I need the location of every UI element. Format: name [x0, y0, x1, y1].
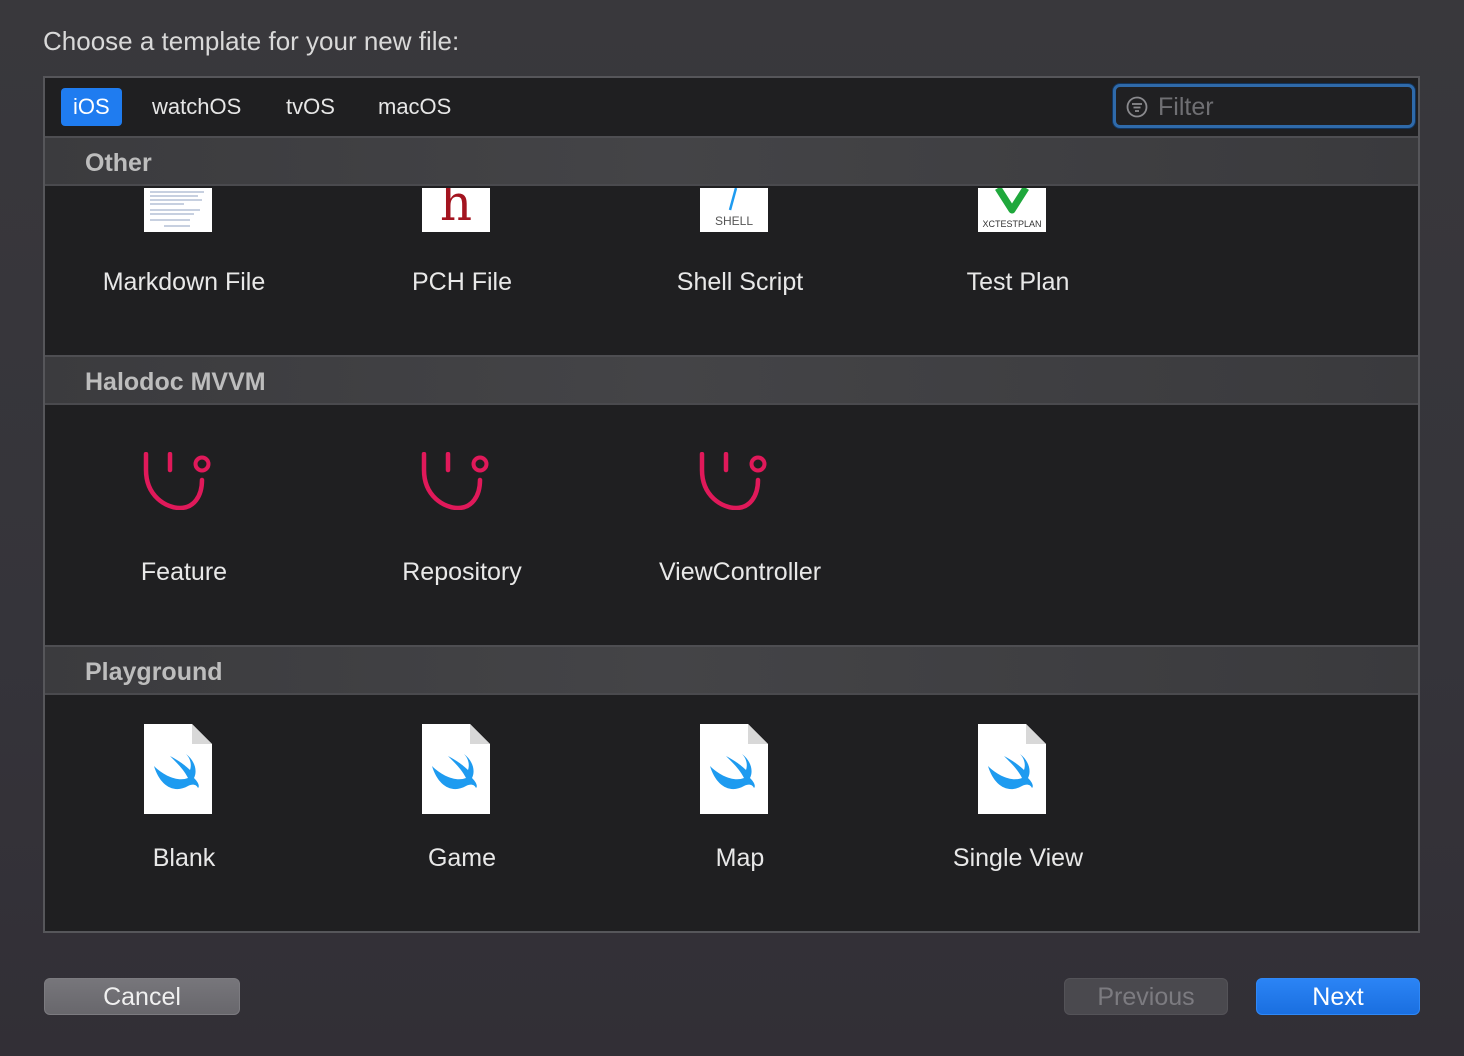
filter-field[interactable]: [1113, 84, 1415, 128]
template-label: Test Plan: [966, 268, 1070, 296]
template-label: Markdown File: [102, 268, 266, 296]
template-label: Blank: [152, 844, 216, 872]
section-header-halodoc-mvvm: Halodoc MVVM: [45, 355, 1418, 405]
section-header-playground: Playground: [45, 645, 1418, 695]
section-title: Other: [85, 149, 152, 177]
shell-glyph: SHELL: [714, 214, 754, 228]
template-single-view[interactable]: Single View: [879, 724, 1157, 914]
template-label: Feature: [140, 558, 228, 586]
swift-file-icon: [978, 724, 1046, 814]
section-title: Playground: [85, 658, 223, 686]
previous-button[interactable]: Previous: [1064, 978, 1228, 1015]
next-button[interactable]: Next: [1256, 978, 1420, 1015]
dialog-prompt: Choose a template for your new file:: [43, 26, 460, 56]
tab-watchos[interactable]: watchOS: [140, 88, 253, 126]
platform-tab-bar: iOS watchOS tvOS macOS: [45, 78, 1418, 138]
test-plan-icon: XCTESTPLAN: [978, 188, 1046, 232]
tab-tvos[interactable]: tvOS: [274, 88, 347, 126]
stethoscope-icon: [699, 452, 767, 510]
template-markdown-file[interactable]: Markdown File: [45, 188, 323, 354]
template-repository[interactable]: Repository: [323, 438, 601, 638]
section-title: Halodoc MVVM: [85, 368, 266, 396]
tab-ios[interactable]: iOS: [61, 88, 122, 126]
template-label: Repository: [402, 558, 522, 586]
pch-file-icon: h: [422, 188, 490, 232]
swift-file-icon: [144, 724, 212, 814]
swift-file-icon: [700, 724, 768, 814]
markdown-file-icon: [144, 188, 212, 232]
template-pch-file[interactable]: h PCH File: [323, 188, 601, 354]
section-header-other: Other: [45, 136, 1418, 186]
swift-file-icon: [422, 724, 490, 814]
filter-icon: [1126, 96, 1148, 118]
template-label: PCH File: [411, 268, 512, 296]
template-test-plan[interactable]: XCTESTPLAN Test Plan: [879, 188, 1157, 354]
template-label: Single View: [952, 844, 1084, 872]
template-viewcontroller[interactable]: ViewController: [601, 438, 879, 638]
testplan-glyph: XCTESTPLAN: [982, 219, 1042, 229]
template-label: Map: [715, 844, 765, 872]
template-feature[interactable]: Feature: [45, 438, 323, 638]
pch-glyph: h: [439, 188, 473, 232]
stethoscope-icon: [421, 452, 489, 510]
template-label: Game: [427, 844, 497, 872]
template-map[interactable]: Map: [601, 724, 879, 914]
template-game[interactable]: Game: [323, 724, 601, 914]
tab-macos[interactable]: macOS: [366, 88, 463, 126]
filter-input[interactable]: [1156, 89, 1400, 125]
shell-script-icon: SHELL: [700, 188, 768, 232]
stethoscope-icon: [143, 452, 211, 510]
cancel-button[interactable]: Cancel: [44, 978, 240, 1015]
template-label: ViewController: [658, 558, 822, 586]
template-blank[interactable]: Blank: [45, 724, 323, 914]
template-shell-script[interactable]: SHELL Shell Script: [601, 188, 879, 354]
template-panel: iOS watchOS tvOS macOS Other: [43, 76, 1420, 933]
template-label: Shell Script: [676, 268, 804, 296]
